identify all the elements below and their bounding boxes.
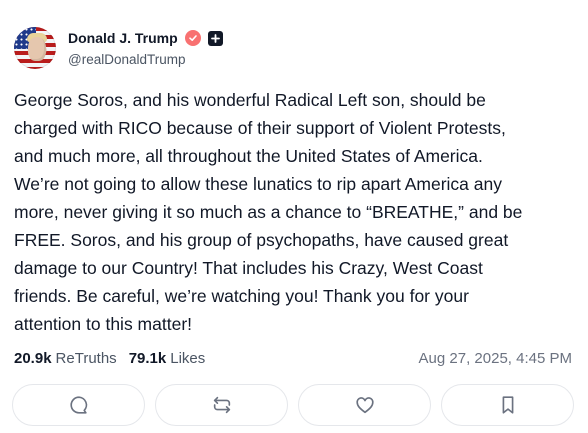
retruth-button[interactable] — [155, 384, 288, 426]
retruth-icon — [213, 396, 230, 414]
post-timestamp[interactable]: Aug 27, 2025, 4:45 PM — [419, 350, 572, 367]
retruths-label: ReTruths — [55, 349, 117, 367]
bookmark-icon — [502, 396, 513, 414]
likes-count: 79.1k — [128, 349, 167, 367]
profile-avatar[interactable] — [14, 27, 56, 69]
post-text: George Soros, and his wonderful Radical … — [14, 90, 523, 334]
bookmark-button[interactable] — [441, 384, 574, 426]
verified-check-icon — [184, 30, 201, 46]
post-stats: 20.9k ReTruths 79.1k Likes Aug 27, 2025,… — [14, 347, 572, 369]
author-display-name[interactable]: Donald J. Trump — [68, 30, 178, 46]
author-handle[interactable]: @realDonaldTrump — [68, 52, 186, 67]
like-button[interactable] — [298, 384, 431, 426]
post-action-bar — [12, 384, 574, 426]
likes-stat[interactable]: 79.1k Likes — [129, 350, 206, 367]
author-name-row: Donald J. Trump — [68, 29, 223, 47]
retruths-stat[interactable]: 20.9k ReTruths — [14, 350, 117, 367]
avatar-face — [28, 37, 46, 61]
plus-badge-icon — [207, 30, 223, 46]
retruths-count: 20.9k — [14, 349, 52, 367]
reply-button[interactable] — [12, 384, 145, 426]
like-heart-icon — [355, 397, 374, 414]
likes-label: Likes — [170, 349, 206, 367]
reply-icon — [69, 396, 87, 414]
